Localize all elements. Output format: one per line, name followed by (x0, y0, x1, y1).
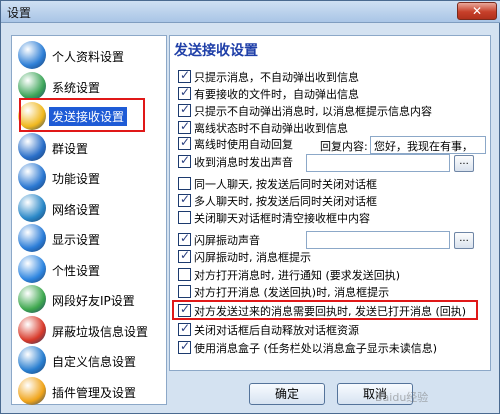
sidebar-item-label: 自定义信息设置 (52, 355, 137, 369)
option-label: 有要接收的文件时，自动弹出信息 (194, 88, 359, 101)
option-row[interactable]: 只提示不自动弹出消息时, 以消息框提示信息内容 (178, 102, 432, 119)
option-row[interactable]: 离线状态时不自动弹出收到信息 (178, 119, 348, 136)
block-spam-icon (18, 315, 46, 344)
option-row[interactable]: 离线时使用自动回复 (178, 135, 293, 152)
option-row[interactable]: 收到消息时发出声音 (178, 153, 293, 170)
group-icon (18, 132, 46, 161)
sidebar-item-4[interactable]: 功能设置 (16, 162, 166, 192)
option-label: 离线时使用自动回复 (194, 138, 293, 151)
option-checkbox[interactable] (178, 321, 191, 336)
display-icon (18, 224, 46, 252)
reply-caption: 回复内容: (320, 140, 368, 153)
sidebar-item-6[interactable]: 显示设置 (16, 223, 166, 253)
settings-sidebar: 个人资料设置 系统设置发送接收设置群设置功能设置网络设置显示设置个性设置网段好友I… (11, 35, 167, 405)
option-label: 对方打开消息 (发送回执)时, 消息框提示 (194, 286, 390, 299)
window-title: 设置 (7, 6, 32, 20)
active-item-highlight (19, 98, 145, 132)
option-label: 多人聊天时, 按发送后同时关闭对话框 (194, 195, 377, 208)
option-checkbox[interactable] (178, 231, 191, 246)
sidebar-item-label: 网络设置 (52, 202, 101, 217)
reply-content-input[interactable]: 您好，我现在有事， (370, 136, 486, 154)
option-label: 收到消息时发出声音 (194, 156, 293, 169)
sidebar-item-label: 系统设置 (52, 80, 101, 95)
sidebar-item-label: 个性设置 (52, 263, 101, 278)
option-row[interactable]: 闪屏振动声音 (178, 231, 260, 248)
ok-button[interactable]: 确定 (249, 383, 325, 405)
plugin-icon (18, 376, 46, 405)
profile-icon (18, 41, 46, 69)
option-checkbox[interactable] (178, 102, 191, 117)
sidebar-item-7[interactable]: 个性设置 (16, 254, 166, 284)
option-row[interactable]: 多人聊天时, 按发送后同时关闭对话框 (178, 192, 377, 209)
option-row[interactable]: 对方打开消息时, 进行通知 (要求发送回执) (178, 267, 400, 283)
sound-browse-button[interactable]: ... (454, 155, 474, 172)
option-row[interactable]: 关闭聊天对话框时清空接收框中内容 (178, 210, 370, 226)
option-checkbox[interactable] (178, 210, 191, 224)
option-highlight (172, 300, 478, 320)
panel-title: 发送接收设置 (174, 43, 258, 59)
custom-info-icon (18, 346, 46, 374)
network-icon (18, 193, 46, 222)
watermark: Baidu经验 (375, 391, 429, 404)
sidebar-item-label: 网段好友IP设置 (52, 294, 135, 308)
option-checkbox[interactable] (178, 68, 191, 83)
option-label: 同一人聊天, 按发送后同时关闭对话框 (194, 178, 377, 191)
close-button[interactable]: ✕ (457, 2, 497, 20)
option-checkbox[interactable] (178, 176, 191, 190)
option-label: 闪屏振动声音 (194, 234, 260, 247)
settings-window: 设置 ✕ 个人资料设置 系统设置 发送接收设置 群设置 功能设置 网络设置 显示设置 个性设置… (0, 0, 500, 414)
option-checkbox[interactable] (178, 284, 191, 298)
option-label: 关闭聊天对话框时清空接收框中内容 (194, 212, 370, 225)
option-row[interactable]: 对方打开消息 (发送回执)时, 消息框提示 (178, 284, 389, 300)
sidebar-item-label: 屏蔽垃圾信息设置 (52, 324, 149, 339)
option-checkbox[interactable] (178, 153, 191, 168)
option-row[interactable]: 关闭对话框后自动释放对话框资源 (178, 321, 359, 338)
option-label: 关闭对话框后自动释放对话框资源 (194, 324, 359, 337)
flash-sound-browse-button[interactable]: ... (454, 232, 474, 249)
settings-panel: 发送接收设置 只提示消息，不自动弹出收到信息有要接收的文件时，自动弹出信息只提示… (169, 35, 491, 371)
sidebar-item-label: 个人资料设置 (52, 50, 125, 64)
sidebar-item-1[interactable]: 系统设置 (16, 71, 166, 101)
option-checkbox[interactable] (178, 339, 191, 354)
sidebar-item-label: 显示设置 (52, 233, 101, 247)
option-row[interactable]: 同一人聊天, 按发送后同时关闭对话框 (178, 176, 377, 192)
sidebar-item-label: 插件管理及设置 (52, 385, 137, 400)
system-icon (18, 71, 46, 100)
ip-icon (18, 285, 46, 313)
sidebar-item-2[interactable]: 发送接收设置 (16, 98, 166, 132)
sidebar-item-9[interactable]: 屏蔽垃圾信息设置 (16, 315, 166, 345)
option-label: 使用消息盒子 (任务栏处以消息盒子显示未读信息) (194, 342, 438, 355)
sound-file-input[interactable] (306, 154, 450, 172)
flash-sound-file-input[interactable] (306, 231, 450, 249)
sidebar-item-11[interactable]: 插件管理及设置 (16, 376, 166, 406)
option-label: 对方打开消息时, 进行通知 (要求发送回执) (194, 269, 401, 282)
sidebar-item-10[interactable]: 自定义信息设置 (16, 345, 166, 375)
option-row[interactable]: 使用消息盒子 (任务栏处以消息盒子显示未读信息) (178, 339, 438, 356)
sidebar-item-0[interactable]: 个人资料设置 (16, 40, 166, 70)
option-row[interactable]: 闪屏振动时, 消息框提示 (178, 248, 311, 265)
option-row[interactable]: 只提示消息，不自动弹出收到信息 (178, 68, 359, 85)
sidebar-item-label: 功能设置 (52, 172, 101, 186)
option-checkbox[interactable] (178, 135, 191, 150)
title-bar[interactable]: 设置 ✕ (1, 1, 500, 23)
option-label: 闪屏振动时, 消息框提示 (194, 251, 311, 264)
option-checkbox[interactable] (178, 192, 191, 207)
option-checkbox[interactable] (178, 85, 191, 100)
personal-icon (18, 254, 46, 283)
option-checkbox[interactable] (178, 267, 191, 281)
option-label: 只提示消息，不自动弹出收到信息 (194, 71, 359, 84)
option-row[interactable]: 有要接收的文件时，自动弹出信息 (178, 85, 359, 102)
option-checkbox[interactable] (178, 119, 191, 134)
sidebar-item-3[interactable]: 群设置 (16, 132, 166, 162)
option-label: 离线状态时不自动弹出收到信息 (194, 122, 348, 135)
function-icon (18, 163, 46, 191)
sidebar-item-8[interactable]: 网段好友IP设置 (16, 284, 166, 314)
sidebar-item-label: 群设置 (52, 141, 89, 156)
option-label: 只提示不自动弹出消息时, 以消息框提示信息内容 (194, 105, 432, 118)
sidebar-item-5[interactable]: 网络设置 (16, 193, 166, 223)
option-checkbox[interactable] (178, 248, 191, 263)
